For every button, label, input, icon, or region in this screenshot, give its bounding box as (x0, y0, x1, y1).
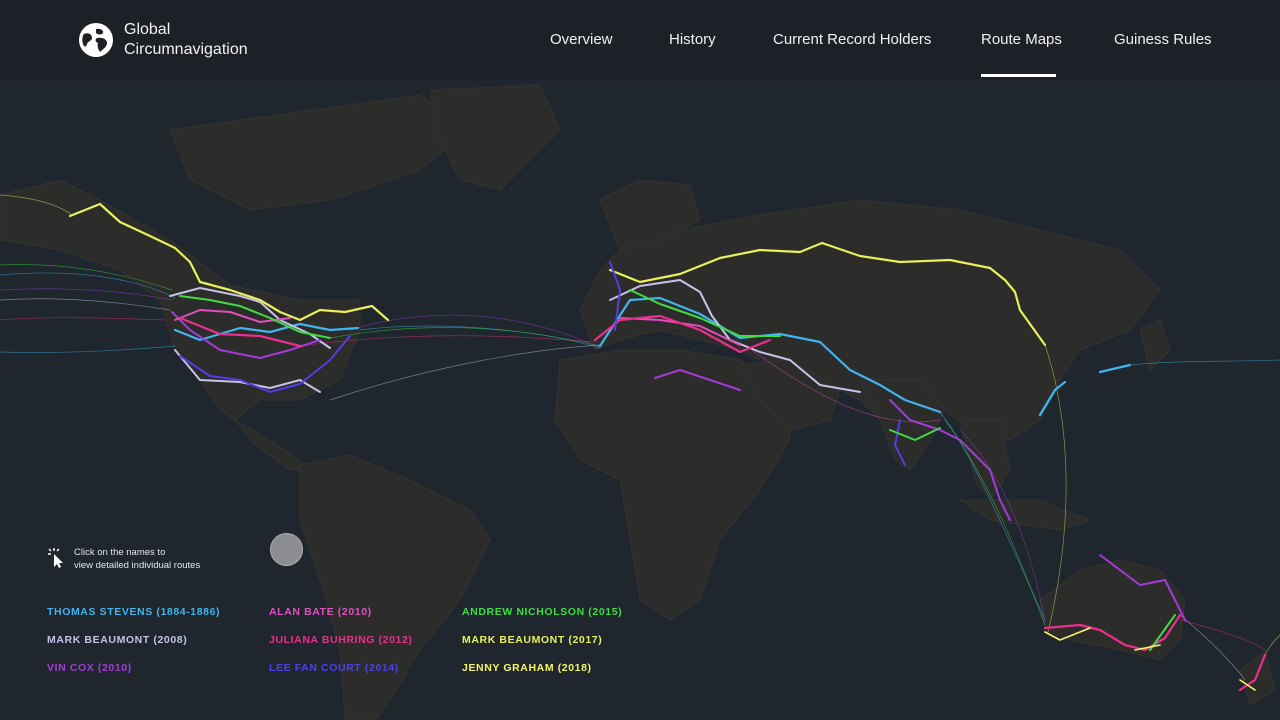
nav-guiness-rules[interactable]: Guiness Rules (1114, 31, 1212, 48)
legend-lee-fan-court[interactable]: LEE FAN COURT (2014) (269, 662, 399, 674)
instruction-hint: Click on the names to view detailed indi… (46, 547, 200, 572)
legend-juliana-buhring[interactable]: JULIANA BUHRING (2012) (269, 634, 413, 646)
legend-mark-beaumont-2017[interactable]: MARK BEAUMONT (2017) (462, 634, 602, 646)
top-navigation-bar: Global Circumnavigation Overview History… (0, 0, 1280, 80)
hint-text: Click on the names to view detailed indi… (74, 547, 200, 572)
nav-history[interactable]: History (669, 31, 716, 48)
legend-andrew-nicholson[interactable]: ANDREW NICHOLSON (2015) (462, 606, 622, 618)
nav-current-record-holders[interactable]: Current Record Holders (773, 31, 931, 48)
legend-vin-cox[interactable]: VIN COX (2010) (47, 662, 132, 674)
legend-alan-bate[interactable]: ALAN BATE (2010) (269, 606, 372, 618)
nav-overview[interactable]: Overview (550, 31, 613, 48)
brand[interactable]: Global Circumnavigation (78, 20, 248, 60)
cursor-click-icon (48, 548, 63, 568)
hint-line2: view detailed individual routes (74, 559, 201, 571)
legend-mark-beaumont-2008[interactable]: MARK BEAUMONT (2008) (47, 634, 187, 646)
nav-route-maps[interactable]: Route Maps (981, 31, 1062, 48)
globe-icon (79, 23, 113, 57)
brand-title-line2: Circumnavigation (124, 41, 248, 58)
active-tab-indicator (981, 74, 1056, 77)
brand-title-line1: Global (124, 21, 171, 38)
legend-thomas-stevens[interactable]: THOMAS STEVENS (1884-1886) (47, 606, 220, 618)
brand-title: Global Circumnavigation (124, 20, 248, 60)
hint-line1: Click on the names to (74, 547, 166, 558)
legend-jenny-graham[interactable]: JENNY GRAHAM (2018) (462, 662, 592, 674)
map-control-knob[interactable] (270, 533, 303, 566)
